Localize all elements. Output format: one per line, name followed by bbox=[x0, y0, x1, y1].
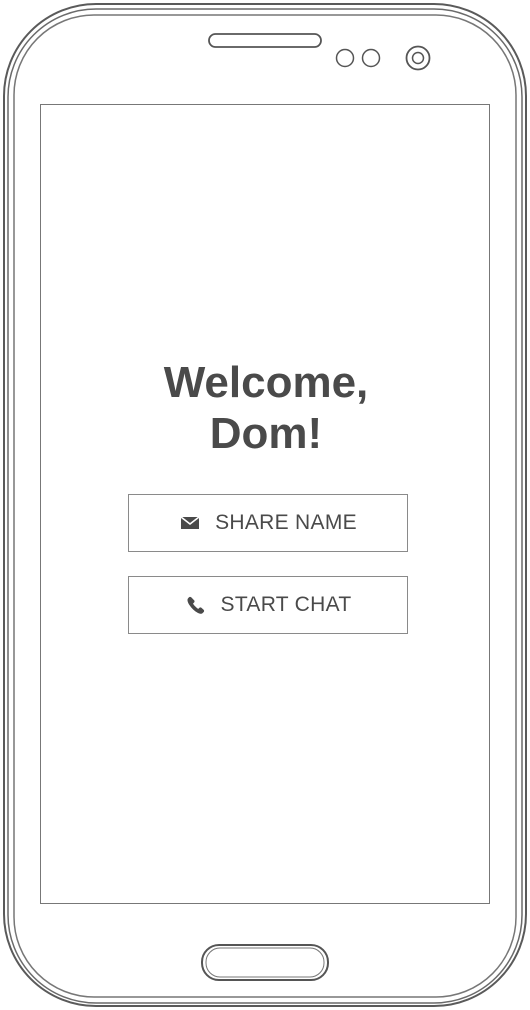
sensor-right-icon bbox=[361, 48, 381, 68]
phone-icon bbox=[185, 594, 207, 616]
home-button-inner bbox=[205, 947, 325, 978]
welcome-title-line1: Welcome, bbox=[163, 358, 369, 407]
start-chat-label: START CHAT bbox=[220, 593, 352, 616]
front-camera-lens bbox=[411, 51, 425, 65]
envelope-icon bbox=[179, 512, 201, 534]
share-name-label: SHARE NAME bbox=[215, 511, 357, 534]
front-camera-icon bbox=[405, 45, 431, 71]
share-name-button[interactable]: SHARE NAME bbox=[128, 494, 408, 552]
phone-screen: Welcome, Dom! SHARE NAME START CHAT bbox=[40, 104, 490, 904]
start-chat-button[interactable]: START CHAT bbox=[128, 576, 408, 634]
speaker-slot bbox=[208, 33, 322, 48]
sensor-left-icon bbox=[335, 48, 355, 68]
home-button[interactable] bbox=[201, 944, 329, 981]
welcome-title-line2: Dom! bbox=[209, 409, 323, 458]
welcome-title: Welcome, Dom! bbox=[41, 357, 491, 459]
